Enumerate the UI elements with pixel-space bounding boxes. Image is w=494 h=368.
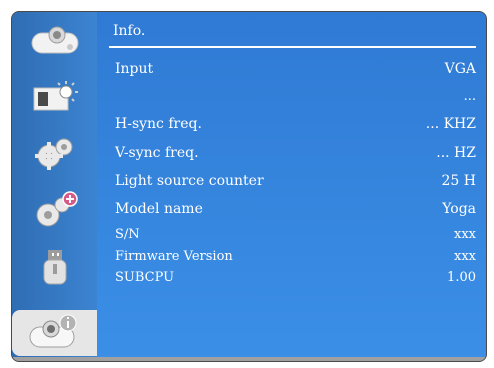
info-value: ... HZ <box>436 145 476 161</box>
usb-drive-icon <box>43 250 67 285</box>
info-label: SUBCPU <box>115 270 175 285</box>
projector-info-icon <box>29 314 76 348</box>
projector-icon <box>31 26 79 54</box>
info-label: V-sync freq. <box>115 145 199 161</box>
info-row-firmware: Firmware Version xxx <box>115 248 476 266</box>
sidebar-item-usb[interactable] <box>18 248 92 286</box>
sidebar-item-info[interactable] <box>12 310 97 356</box>
page-title: Info. <box>113 23 146 39</box>
info-value: xxx <box>454 227 476 242</box>
info-value: xxx <box>454 249 476 264</box>
sidebar-item-expansion-setup[interactable] <box>18 191 92 230</box>
sidebar-item-setup[interactable] <box>18 135 92 173</box>
info-row-h-sync: H-sync freq. ... KHZ <box>115 115 476 133</box>
info-label: Model name <box>115 201 203 217</box>
info-row-light-source: Light source counter 25 H <box>115 172 476 190</box>
info-row-model: Model name Yoga <box>115 200 476 218</box>
info-value: 25 H <box>441 173 476 189</box>
info-value: 1.00 <box>447 270 476 285</box>
info-row-resolution: ... <box>115 88 476 106</box>
bottom-bar <box>12 357 486 361</box>
gears-plus-icon <box>36 191 78 227</box>
sidebar-item-picture[interactable] <box>18 22 92 60</box>
info-label: Firmware Version <box>115 249 233 264</box>
info-panel: Info. Input VGA ... H-sync freq. ... KHZ… <box>97 12 486 361</box>
title-divider <box>109 46 476 48</box>
image-sun-icon <box>33 81 78 111</box>
info-value: ... KHZ <box>425 116 476 132</box>
info-label: Light source counter <box>115 173 264 189</box>
gears-icon <box>35 138 73 170</box>
info-value: ... <box>463 89 476 104</box>
info-row-v-sync: V-sync freq. ... HZ <box>115 144 476 162</box>
info-label: Input <box>115 61 154 77</box>
info-row-serial: S/N xxx <box>115 226 476 244</box>
sidebar-item-display[interactable] <box>18 78 92 116</box>
info-value: Yoga <box>442 201 476 217</box>
info-label: S/N <box>115 227 140 242</box>
info-value: VGA <box>444 61 476 77</box>
menu-window: Info. Input VGA ... H-sync freq. ... KHZ… <box>11 11 487 362</box>
sidebar <box>12 12 97 361</box>
info-label: H-sync freq. <box>115 116 202 132</box>
info-row-input: Input VGA <box>115 60 476 78</box>
info-row-subcpu: SUBCPU 1.00 <box>115 269 476 287</box>
